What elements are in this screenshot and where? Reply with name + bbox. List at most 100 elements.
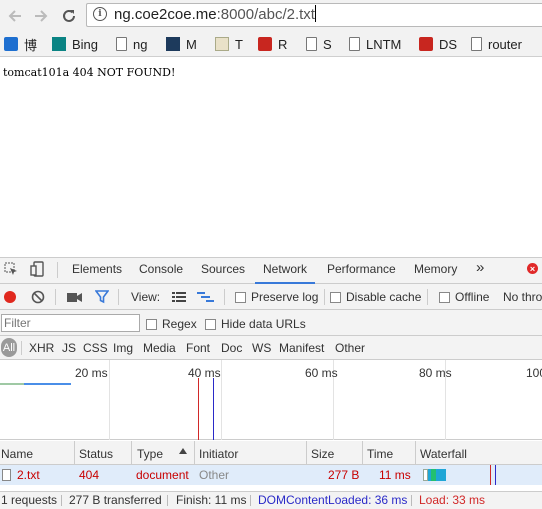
divider <box>21 341 22 355</box>
reload-button[interactable] <box>58 5 80 27</box>
type-filter-doc[interactable]: Doc <box>221 341 242 355</box>
type-filter-xhr[interactable]: XHR <box>29 341 54 355</box>
forward-arrow-icon <box>35 10 48 22</box>
tab-sources[interactable]: Sources <box>201 262 245 276</box>
file-icon <box>2 469 11 481</box>
overview-request-bar <box>24 383 71 385</box>
tab-performance[interactable]: Performance <box>327 262 396 276</box>
overview-toggle-button[interactable] <box>197 291 215 303</box>
site-info-icon[interactable]: i <box>93 7 107 21</box>
bookmark-item[interactable]: M <box>166 36 197 52</box>
regex-checkbox[interactable]: Regex <box>146 317 197 331</box>
clear-button[interactable] <box>31 290 45 304</box>
error-count-icon[interactable]: × <box>527 263 538 274</box>
row-time: 11 ms <box>379 468 411 482</box>
type-filter-other[interactable]: Other <box>335 341 365 355</box>
column-size[interactable]: Size <box>311 447 334 461</box>
checkbox[interactable] <box>146 319 157 330</box>
bookmark-item[interactable]: S <box>306 36 332 52</box>
type-filter-js[interactable]: JS <box>62 341 76 355</box>
filter-button[interactable] <box>94 290 110 304</box>
back-arrow-icon <box>8 10 21 22</box>
page-icon <box>306 37 317 51</box>
bookmark-item[interactable]: Bing <box>52 36 98 52</box>
page-icon <box>116 37 127 51</box>
divider <box>61 495 62 506</box>
camera-icon <box>67 293 82 302</box>
type-filter-img[interactable]: Img <box>113 341 133 355</box>
bookmark-item[interactable]: LNTM <box>349 36 401 52</box>
url-text[interactable]: ng.coe2coe.me:8000/abc/2.txt <box>114 5 316 24</box>
sort-ascending-icon <box>179 448 187 454</box>
disable-cache-checkbox[interactable]: Disable cache <box>330 290 421 304</box>
blog-icon <box>4 37 18 51</box>
divider <box>224 289 225 305</box>
filter-input[interactable] <box>1 314 140 332</box>
screenshots-button[interactable] <box>67 291 82 303</box>
url-path: :8000/abc/2.txt <box>216 6 315 23</box>
bookmark-item[interactable]: 博 <box>4 36 37 53</box>
bookmark-item[interactable]: R <box>258 36 287 52</box>
type-filter-all[interactable]: All <box>1 338 17 357</box>
checkbox[interactable] <box>235 292 246 303</box>
divider <box>324 289 325 305</box>
overview-tick-label: 60 ms <box>305 366 338 380</box>
overview-tick-label: 100 <box>526 366 542 380</box>
hide-data-urls-checkbox[interactable]: Hide data URLs <box>205 317 306 331</box>
url-host: ng.coe2coe.me <box>114 6 217 23</box>
more-tabs-button[interactable]: » <box>476 259 484 276</box>
preserve-log-checkbox[interactable]: Preserve log <box>235 290 318 304</box>
m-icon <box>166 37 180 51</box>
row-size: 277 B <box>328 468 360 482</box>
text-caret <box>314 5 316 22</box>
type-filter-font[interactable]: Font <box>186 341 210 355</box>
forward-button[interactable] <box>30 5 52 27</box>
bing-icon <box>52 37 66 51</box>
row-status: 404 <box>79 468 100 482</box>
device-icon <box>30 261 44 277</box>
tab-network[interactable]: Network <box>263 262 307 276</box>
tab-elements[interactable]: Elements <box>72 262 122 276</box>
device-toolbar-button[interactable] <box>30 261 44 277</box>
row-name[interactable]: 2.txt <box>17 468 40 482</box>
reload-icon <box>63 9 75 22</box>
row-initiator: Other <box>199 468 230 482</box>
divider <box>57 262 58 278</box>
status-dom-content-loaded: DOMContentLoaded: 36 ms <box>258 493 408 507</box>
bookmark-item[interactable]: router <box>471 36 522 52</box>
record-button[interactable] <box>4 291 16 303</box>
overview-tick-label: 80 ms <box>419 366 452 380</box>
tab-console[interactable]: Console <box>139 262 183 276</box>
divider <box>250 495 251 506</box>
checkbox[interactable] <box>205 319 216 330</box>
checkbox[interactable] <box>330 292 341 303</box>
bookmark-item[interactable]: ng <box>116 36 147 52</box>
column-initiator[interactable]: Initiator <box>199 447 238 461</box>
back-button[interactable] <box>4 5 26 27</box>
column-name[interactable]: Name <box>1 447 33 461</box>
grid-line <box>221 360 222 440</box>
offline-checkbox[interactable]: Offline <box>439 290 489 304</box>
view-label: View: <box>131 290 161 304</box>
redis-icon <box>258 37 272 51</box>
type-filter-media[interactable]: Media <box>143 341 176 355</box>
overview-request-bar-waiting <box>0 383 24 385</box>
type-filter-manifest[interactable]: Manifest <box>279 341 324 355</box>
column-time[interactable]: Time <box>367 447 393 461</box>
column-waterfall[interactable]: Waterfall <box>420 447 467 461</box>
checkbox[interactable] <box>439 292 450 303</box>
load-event-line <box>198 378 199 440</box>
throttling-select[interactable]: No thro <box>503 290 542 304</box>
type-filter-css[interactable]: CSS <box>83 341 108 355</box>
column-type[interactable]: Type <box>137 447 163 461</box>
bookmark-item[interactable]: DS <box>419 36 457 52</box>
bookmark-item[interactable]: T <box>215 36 243 52</box>
type-filter-ws[interactable]: WS <box>252 341 271 355</box>
column-status[interactable]: Status <box>79 447 113 461</box>
tab-memory[interactable]: Memory <box>414 262 457 276</box>
page-icon <box>349 37 360 51</box>
status-finish: Finish: 11 ms <box>176 493 247 507</box>
large-rows-button[interactable] <box>172 291 186 303</box>
page-message: tomcat101a 404 NOT FOUND! <box>3 66 176 79</box>
inspect-element-button[interactable] <box>4 262 18 276</box>
